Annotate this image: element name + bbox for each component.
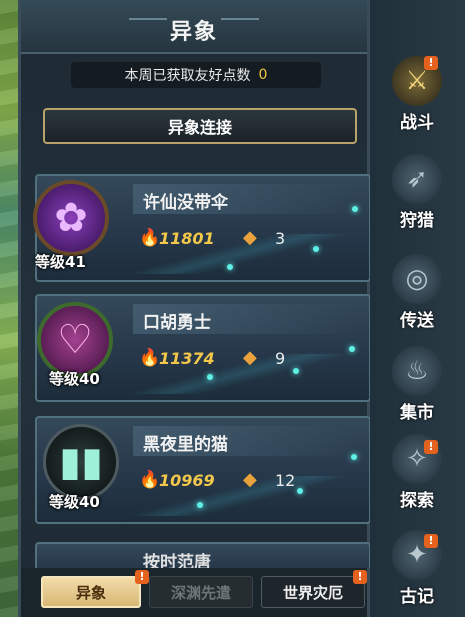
entry-name: 许仙没带伞 (143, 193, 228, 213)
sidebar-item-chronicle[interactable]: ✦ ! 古记 (378, 526, 458, 616)
fire-icon: 🔥 (139, 348, 161, 368)
sidebar-item-teleport[interactable]: ◎ 传送 (378, 250, 458, 340)
bow-icon: ➶ (392, 154, 442, 204)
tab-abyss-vanguard[interactable]: 深渊先遣 (149, 576, 253, 608)
sidebar-label: 传送 (400, 311, 434, 331)
alert-badge: ! (353, 570, 367, 584)
star-dot (197, 502, 203, 508)
sidebar-item-hunt[interactable]: ➶ 狩猎 (378, 150, 458, 240)
entry-level: 等级41 (35, 253, 86, 271)
star-dot (207, 374, 213, 380)
entry-count: 9 (275, 349, 286, 368)
link-button[interactable]: 异象连接 (43, 108, 357, 144)
fire-icon: 🔥 (139, 228, 161, 248)
friend-points-row: 本周已获取友好点数 0 (71, 62, 321, 88)
star-dot (351, 454, 357, 460)
star-dot (352, 206, 358, 212)
star-dot (227, 264, 233, 270)
entry-count: 3 (275, 229, 286, 248)
bottom-tabs: 异象 ! 深渊先遣 世界灾厄 ! (21, 568, 367, 617)
sidebar-label: 战斗 (400, 113, 434, 133)
entry-level: 等级40 (49, 370, 100, 388)
title-band: 异象 (21, 0, 367, 54)
alert-badge: ! (424, 534, 438, 548)
sidebar-item-explore[interactable]: ✧ ! 探索 (378, 430, 458, 520)
rose-icon: ✿ (33, 180, 109, 256)
alert-badge: ! (135, 570, 149, 584)
page-title: 异象 (169, 20, 218, 45)
entry-name: 口胡勇士 (143, 313, 211, 333)
entry-card-4[interactable]: 按时范唐 (35, 542, 371, 568)
title-ornament-right (221, 18, 259, 32)
hearts-icon: ♡ (37, 302, 113, 378)
sidebar-label: 狩猎 (400, 211, 434, 231)
star-dot (293, 368, 299, 374)
entry-power: 11374 (159, 349, 215, 368)
friend-points-value: 0 (258, 67, 268, 83)
diamond-icon: ◆ (243, 469, 257, 490)
main-panel: 异象 本周已获取友好点数 0 异象连接 许仙没带伞 🔥 11801 ◆ 3 ✿ … (18, 0, 371, 617)
entry-power: 11801 (159, 229, 215, 248)
sidebar-item-battle[interactable]: ⚔ ! 战斗 (378, 52, 458, 142)
book-icon: ▮▮ (43, 424, 119, 500)
right-sidebar: ⚔ ! 战斗 ➶ 狩猎 ◎ 传送 ♨ 集市 ✧ ! 探索 ✦ ! 古记 (370, 0, 465, 617)
fire-icon: 🔥 (139, 470, 161, 490)
alert-badge: ! (424, 440, 438, 454)
sidebar-label: 集市 (400, 403, 434, 423)
diamond-icon: ◆ (243, 347, 257, 368)
friend-points-label: 本周已获取友好点数 (124, 68, 251, 84)
tab-world-calamity[interactable]: 世界灾厄 (261, 576, 365, 608)
entry-count: 12 (275, 471, 296, 490)
star-dot (349, 346, 355, 352)
entry-name: 黑夜里的猫 (143, 435, 228, 455)
bag-icon: ♨ (392, 346, 442, 396)
portal-icon: ◎ (392, 254, 442, 304)
sidebar-label: 探索 (400, 491, 434, 511)
entry-level: 等级40 (49, 493, 100, 511)
entry-power: 10969 (159, 471, 215, 490)
star-dot (297, 488, 303, 494)
alert-badge: ! (424, 56, 438, 70)
entry-name: 按时范唐 (143, 553, 211, 568)
diamond-icon: ◆ (243, 227, 257, 248)
sidebar-item-market[interactable]: ♨ 集市 (378, 342, 458, 432)
sidebar-label: 古记 (400, 587, 434, 607)
tab-anomaly[interactable]: 异象 (41, 576, 141, 608)
star-dot (313, 246, 319, 252)
